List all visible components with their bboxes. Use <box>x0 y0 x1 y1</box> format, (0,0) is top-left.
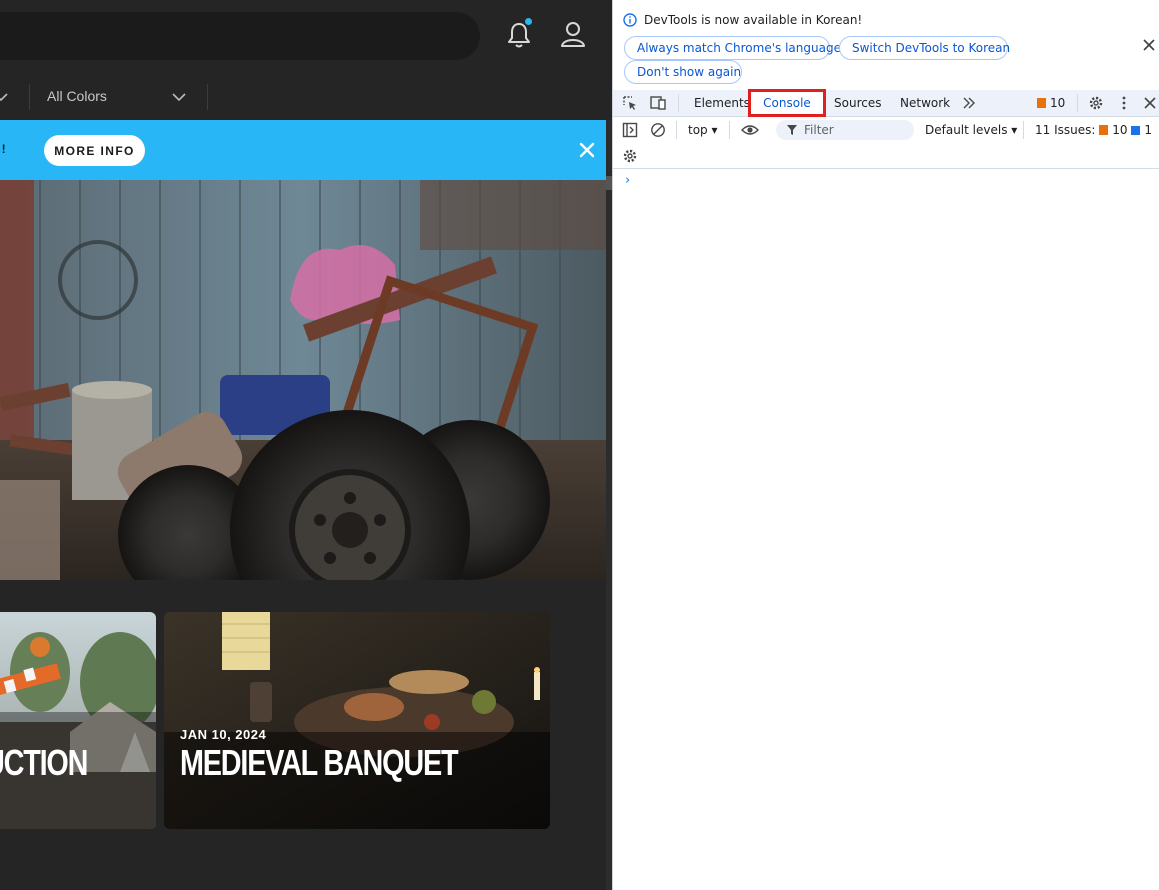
toolbar-divider <box>1077 94 1078 112</box>
close-icon[interactable] <box>1142 38 1156 52</box>
inspect-element-icon[interactable] <box>622 95 638 111</box>
toolbar-divider <box>678 94 679 112</box>
close-icon[interactable] <box>578 141 596 159</box>
search-input[interactable] <box>0 12 480 60</box>
card-image <box>164 612 550 829</box>
console-filter-input[interactable]: Filter <box>776 120 914 140</box>
tab-network[interactable]: Network <box>900 96 950 110</box>
more-options-kebab-icon[interactable] <box>1116 95 1132 111</box>
notifications-bell-icon[interactable] <box>506 21 532 49</box>
card-title: TRUCTION <box>0 742 88 783</box>
notification-dot <box>525 18 532 25</box>
sidebar-toggle-icon[interactable] <box>622 122 638 138</box>
chevron-down-icon[interactable] <box>171 89 187 105</box>
warning-flag-icon <box>1099 125 1109 135</box>
filter-divider <box>207 84 208 110</box>
context-selector[interactable]: top ▾ <box>688 123 718 137</box>
match-chrome-language-button[interactable]: Always match Chrome's language <box>624 36 841 60</box>
log-levels-label: Default levels <box>925 123 1008 137</box>
account-user-icon[interactable] <box>560 21 586 47</box>
console-toolbar: top ▾ Filter Default levels ▾ 11 Issues:… <box>613 117 1159 143</box>
tab-sources[interactable]: Sources <box>834 96 881 110</box>
filter-row: All Colors <box>0 84 612 110</box>
issues-badge-count: 10 <box>1050 96 1066 110</box>
more-tabs-chevron-icon[interactable] <box>961 95 977 111</box>
live-expression-eye-icon[interactable] <box>741 122 759 138</box>
context-selector-label: top <box>688 123 708 137</box>
issues-warnings-count: 10 <box>1112 123 1128 137</box>
toolbar-divider <box>729 121 730 139</box>
chevron-down-icon[interactable] <box>0 90 8 104</box>
article-card[interactable]: TRUCTION <box>0 612 156 829</box>
console-prompt[interactable]: › <box>625 173 630 188</box>
info-icon <box>623 13 637 27</box>
switch-to-korean-button[interactable]: Switch DevTools to Korean <box>839 36 1010 60</box>
issues-badge[interactable]: 10 <box>1037 96 1065 110</box>
toolbar-divider <box>1023 121 1024 139</box>
issues-label: 11 Issues: <box>1035 123 1096 137</box>
devtools-tabbar: Elements Sources Network 10 <box>613 90 1159 117</box>
more-info-button[interactable]: MORE INFO <box>44 135 145 166</box>
screen: All Colors B! MORE INFO <box>0 0 1159 890</box>
issues-counter[interactable]: 11 Issues: 10 1 <box>1035 123 1152 137</box>
hero-image <box>0 180 606 580</box>
devtools-panel: DevTools is now available in Korean! Alw… <box>612 0 1159 890</box>
language-infobar-message: DevTools is now available in Korean! <box>644 13 863 27</box>
website-viewport: All Colors B! MORE INFO <box>0 0 612 890</box>
article-card[interactable]: JAN 10, 2024 MEDIEVAL BANQUET <box>164 612 550 829</box>
info-message-icon <box>1131 126 1141 135</box>
issues-info-count: 1 <box>1144 123 1152 137</box>
settings-gear-icon[interactable] <box>1088 95 1104 111</box>
clear-console-icon[interactable] <box>650 122 666 138</box>
console-settings-gear-icon[interactable] <box>622 148 638 164</box>
toolbar-divider <box>676 121 677 139</box>
filter-placeholder: Filter <box>804 123 834 137</box>
card-date: JAN 10, 2024 <box>180 727 267 742</box>
filter-funnel-icon <box>787 125 797 135</box>
banner-text: B! <box>0 142 7 156</box>
tab-elements[interactable]: Elements <box>694 96 750 110</box>
warning-flag-icon <box>1037 98 1046 108</box>
filter-divider <box>29 84 30 110</box>
colors-dropdown-label[interactable]: All Colors <box>47 88 107 104</box>
console-settings-row <box>613 143 1159 169</box>
card-image <box>0 612 156 829</box>
card-title: MEDIEVAL BANQUET <box>180 742 459 783</box>
dont-show-again-button[interactable]: Don't show again <box>624 60 742 84</box>
close-devtools-icon[interactable] <box>1142 95 1158 111</box>
tab-console[interactable]: Console <box>748 89 826 117</box>
log-levels-dropdown[interactable]: Default levels ▾ <box>925 123 1017 137</box>
device-toolbar-icon[interactable] <box>650 95 666 111</box>
